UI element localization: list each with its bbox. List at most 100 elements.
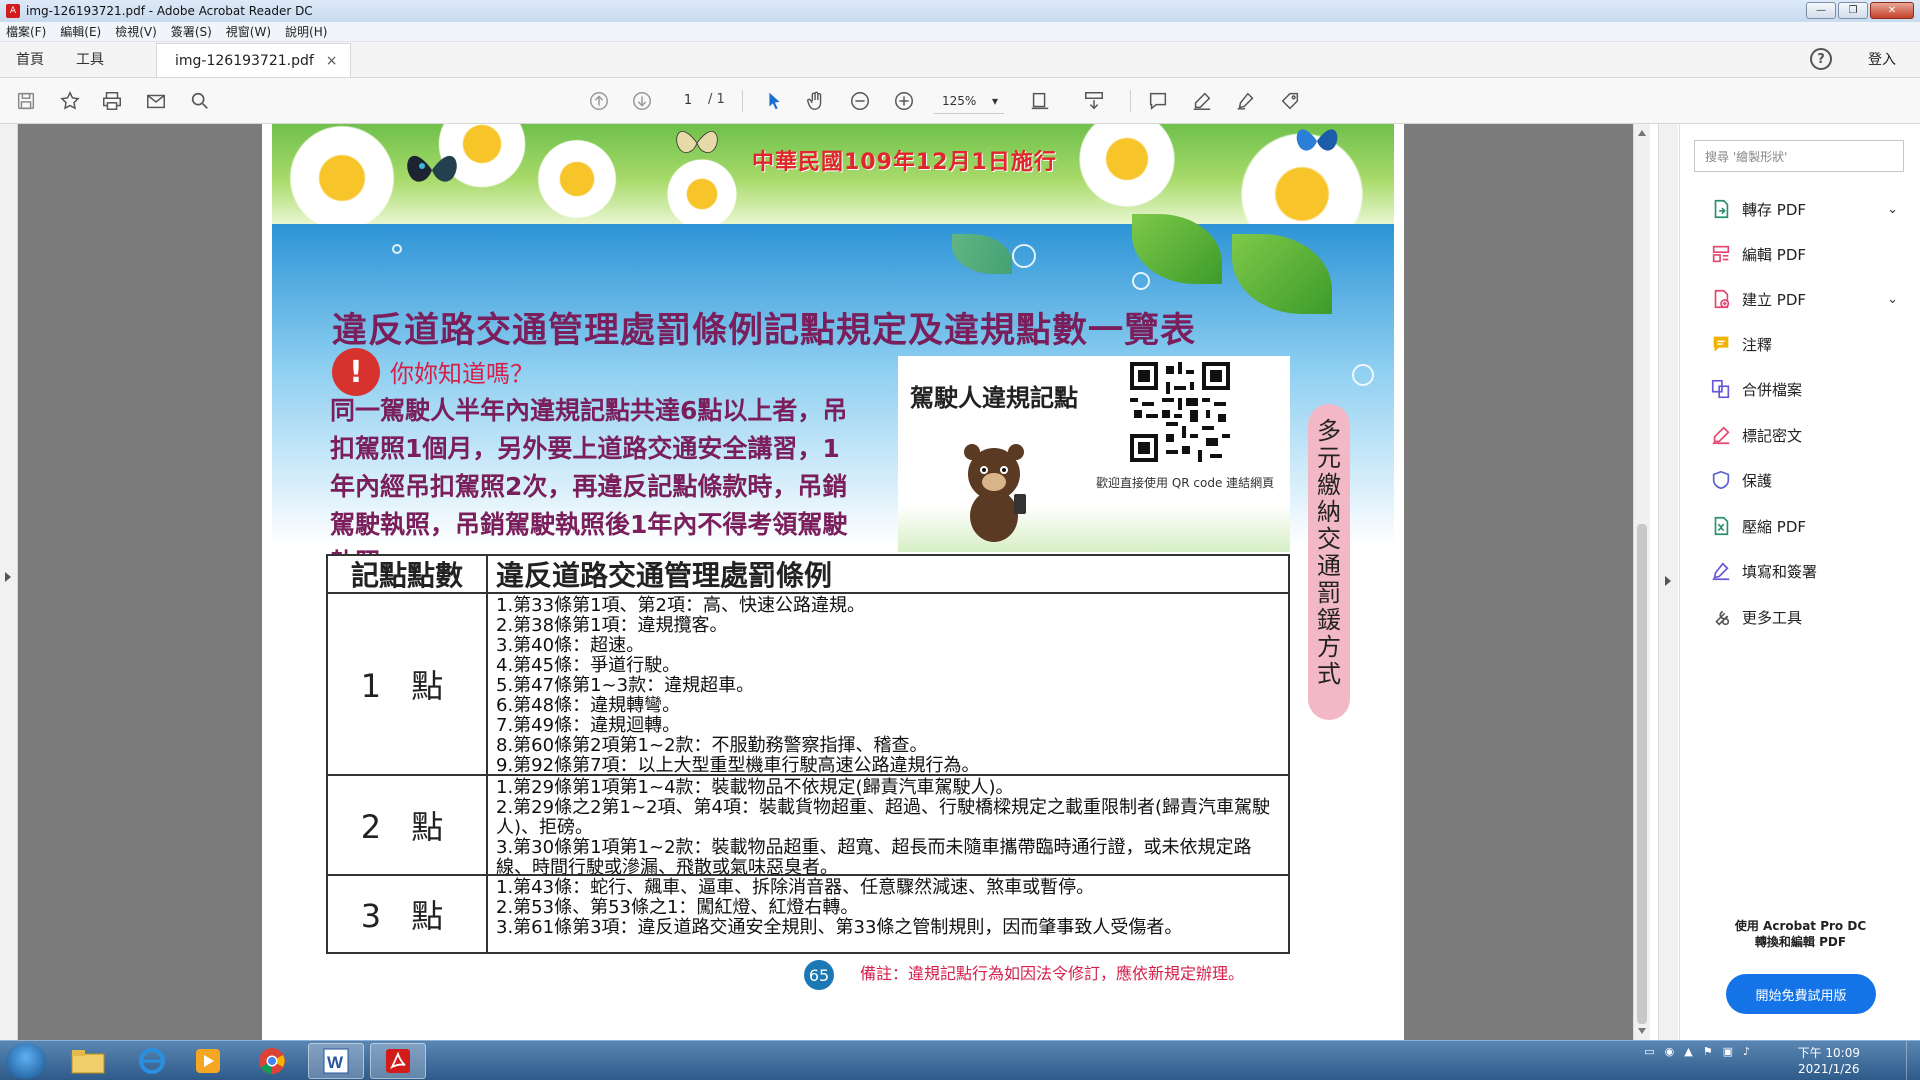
menu-help[interactable]: 說明(H) xyxy=(285,23,327,40)
list-item: 6.第48條：違規轉彎。 xyxy=(496,695,681,716)
fill-sign-icon xyxy=(1712,562,1730,581)
scroll-down-icon[interactable] xyxy=(1638,1028,1646,1034)
floral-banner: 中華民國109年12月1日施行 xyxy=(272,124,1394,264)
select-cursor-icon[interactable] xyxy=(760,87,788,115)
menu-edit[interactable]: 編輯(E) xyxy=(60,23,101,40)
list-item: 5.第47條第1~3款：違規超車。 xyxy=(496,675,755,696)
search-icon[interactable] xyxy=(186,87,214,115)
tool-search-input[interactable]: 搜尋 '繪製形狀' xyxy=(1694,140,1904,172)
maximize-button[interactable]: ❐ xyxy=(1838,2,1868,19)
signin-link[interactable]: 登入 xyxy=(1868,49,1896,69)
keyboard-icon[interactable]: ▭ xyxy=(1644,1045,1654,1058)
tab-document[interactable]: img-126193721.pdf × xyxy=(156,43,351,77)
tool-edit-pdf[interactable]: 編輯 PDF xyxy=(1710,239,1910,269)
network-icon[interactable]: ▲ xyxy=(1684,1045,1692,1058)
document-viewport[interactable]: 中華民國109年12月1日施行 違反道路交通管理處罰條例記點規定及違規點數一覽表… xyxy=(18,124,1650,1040)
save-icon[interactable] xyxy=(12,87,40,115)
share-tag-icon[interactable] xyxy=(1276,87,1304,115)
scroll-up-icon[interactable] xyxy=(1638,130,1646,136)
chrome-icon[interactable] xyxy=(244,1043,300,1079)
chevron-down-icon[interactable]: ⌄ xyxy=(1887,292,1898,307)
windows-taskbar: W 下午 10:09 2021/1/26 ▭ ◉ ▲ ⚑ ▣ ♪ xyxy=(0,1040,1920,1080)
word-icon[interactable]: W xyxy=(308,1043,364,1079)
list-item: 2.第53條、第53條之1：闖紅燈、紅燈右轉。 xyxy=(496,897,859,918)
qr-caption: 歡迎直接使用 QR code 連結網頁 xyxy=(1096,476,1275,490)
highlight-pen-icon[interactable] xyxy=(1188,87,1216,115)
tool-combine-files[interactable]: 合併檔案 xyxy=(1710,374,1910,404)
qr-code-image[interactable] xyxy=(1130,362,1230,462)
email-icon[interactable] xyxy=(142,87,170,115)
menu-sign[interactable]: 簽署(S) xyxy=(171,23,212,40)
tool-compress-pdf[interactable]: 壓縮 PDF xyxy=(1710,511,1910,541)
zoom-in-icon[interactable] xyxy=(890,87,918,115)
scroll-mode-icon[interactable] xyxy=(1080,87,1108,115)
qr-code-panel: 駕駛人違規記點 歡迎直接使用 QR code 連結網頁 xyxy=(898,356,1290,552)
tool-export-pdf[interactable]: 轉存 PDF ⌄ xyxy=(1710,194,1910,224)
menu-window[interactable]: 視窗(W) xyxy=(226,23,271,40)
print-icon[interactable] xyxy=(98,87,126,115)
minimize-button[interactable]: — xyxy=(1806,2,1836,19)
tool-comment[interactable]: 注釋 xyxy=(1710,329,1910,359)
scrollbar-thumb[interactable] xyxy=(1637,524,1647,1024)
chevron-down-icon[interactable]: ⌄ xyxy=(1887,202,1898,217)
list-item: 4.第45條：爭道行駛。 xyxy=(496,655,681,676)
tool-fill-sign[interactable]: 填寫和簽署 xyxy=(1710,556,1910,586)
left-panel-toggle[interactable] xyxy=(0,124,18,1040)
tool-create-pdf[interactable]: 建立 PDF ⌄ xyxy=(1710,284,1910,314)
bear-mascot-icon xyxy=(964,444,1026,542)
media-player-icon[interactable] xyxy=(180,1043,236,1079)
system-clock[interactable]: 下午 10:09 2021/1/26 xyxy=(1798,1045,1860,1077)
previous-page-icon[interactable] xyxy=(585,87,613,115)
tool-label: 標記密文 xyxy=(1742,426,1803,445)
tool-more-tools[interactable]: 更多工具 xyxy=(1710,602,1910,632)
close-button[interactable]: ✕ xyxy=(1870,2,1914,19)
comment-icon[interactable] xyxy=(1144,87,1172,115)
vertical-scrollbar[interactable] xyxy=(1633,124,1650,1040)
internet-explorer-icon[interactable] xyxy=(124,1043,180,1079)
help-icon[interactable]: ? xyxy=(1810,48,1832,70)
list-item: 3.第40條：超速。 xyxy=(496,635,645,656)
show-desktop-button[interactable] xyxy=(1906,1041,1920,1080)
tab-row: 首頁 工具 img-126193721.pdf × ? 登入 xyxy=(0,42,1920,78)
tab-close-icon[interactable]: × xyxy=(326,53,338,69)
help-tray-icon[interactable]: ◉ xyxy=(1665,1045,1675,1058)
page-number-input[interactable]: 1 xyxy=(676,88,700,112)
list-item: 7.第49條：違規迴轉。 xyxy=(496,715,681,736)
bookmark-star-icon[interactable] xyxy=(56,87,84,115)
menu-view[interactable]: 檢視(V) xyxy=(115,23,157,40)
display-icon[interactable]: ▣ xyxy=(1723,1045,1733,1058)
volume-icon[interactable]: ♪ xyxy=(1743,1045,1750,1058)
compress-pdf-icon xyxy=(1714,516,1729,536)
start-free-trial-button[interactable]: 開始免費試用版 xyxy=(1726,974,1876,1014)
tool-label: 填寫和簽署 xyxy=(1742,562,1818,581)
exclamation-icon: ! xyxy=(332,348,380,396)
leaf-decoration xyxy=(1232,234,1332,314)
file-explorer-icon[interactable] xyxy=(60,1043,116,1079)
zoom-out-icon[interactable] xyxy=(846,87,874,115)
menu-bar: 檔案(F) 編輯(E) 檢視(V) 簽署(S) 視窗(W) 說明(H) xyxy=(0,22,1920,42)
zoom-dropdown[interactable]: 125% ▾ xyxy=(934,88,1004,114)
flag-icon[interactable]: ⚑ xyxy=(1703,1045,1713,1058)
svg-text:W: W xyxy=(327,1053,344,1072)
list-item: 3.第30條第1項第1~2款：裝載物品超重、超寬、超長而未隨車攜帶臨時通行證，或… xyxy=(496,837,1252,878)
tool-protect[interactable]: 保護 xyxy=(1710,465,1910,495)
acrobat-reader-icon[interactable] xyxy=(370,1043,426,1079)
list-item: 2.第29條之2第1~2項、第4項：裝載貨物超重、超過、行駛橋樑規定之載重限制者… xyxy=(496,797,1270,838)
sign-icon[interactable] xyxy=(1232,87,1260,115)
row-items: 1.第33條第1項、第2項：高、快速公路違規。 2.第38條第1項：違規攬客。 … xyxy=(496,596,1282,776)
table-row: 2 點 1.第29條第1項第1~4款：裝載物品不依規定(歸責汽車駕駛人)。 2.… xyxy=(328,774,1288,878)
tool-label: 保護 xyxy=(1742,471,1773,490)
tab-home[interactable]: 首頁 xyxy=(0,41,60,77)
daisy-decoration xyxy=(532,134,622,224)
tool-redact[interactable]: 標記密文 xyxy=(1710,420,1910,450)
menu-file[interactable]: 檔案(F) xyxy=(6,23,46,40)
tool-label: 更多工具 xyxy=(1742,608,1803,627)
hand-tool-icon[interactable] xyxy=(802,87,830,115)
next-page-icon[interactable] xyxy=(628,87,656,115)
tab-tools[interactable]: 工具 xyxy=(60,41,120,77)
right-panel-toggle[interactable] xyxy=(1658,124,1678,1040)
fit-page-icon[interactable] xyxy=(1026,87,1054,115)
acrobat-app-icon: A xyxy=(6,4,20,18)
page-number-badge: 65 xyxy=(804,960,834,990)
start-button[interactable] xyxy=(6,1043,46,1079)
